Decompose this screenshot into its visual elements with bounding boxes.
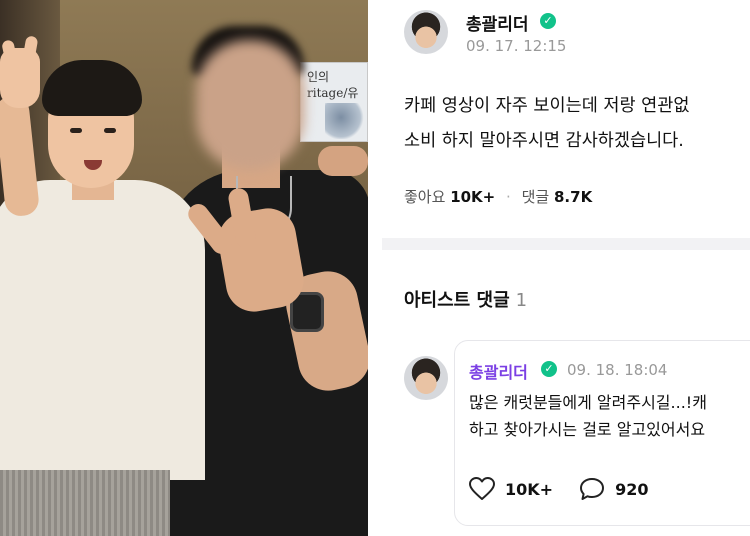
artist-comments-header: 아티스트 댓글 1 xyxy=(404,286,527,312)
like-button[interactable]: 10K+ xyxy=(469,477,553,501)
comment-text-line1: 많은 캐럿분들에게 알려주시길...!캐 xyxy=(469,393,707,412)
post-timestamp: 09. 17. 12:15 xyxy=(466,37,567,55)
stats-separator: · xyxy=(506,188,511,206)
post-body: 카페 영상이 자주 보이는데 저랑 연관없 소비 하지 말아주시면 감사하겠습니… xyxy=(404,89,689,159)
like-count: 10K+ xyxy=(505,479,554,499)
comments-count[interactable]: 8.7K xyxy=(554,188,592,206)
person-left-shirt xyxy=(0,180,205,480)
person-left-hair xyxy=(42,60,142,116)
likes-count[interactable]: 10K+ xyxy=(450,188,495,206)
comment-text-line2: 하고 찾아가시는 걸로 알고있어서요 xyxy=(469,420,706,439)
post-body-line1: 카페 영상이 자주 보이는데 저랑 연관없 xyxy=(404,96,690,116)
reply-count: 920 xyxy=(615,479,649,499)
verified-badge-icon: ✓ xyxy=(541,361,557,377)
comment-timestamp: 09. 18. 18:04 xyxy=(567,361,668,379)
person-left-hand-on-shoulder xyxy=(318,146,368,176)
heart-icon xyxy=(469,477,495,500)
person-left-pants xyxy=(0,470,170,536)
comment-text: 많은 캐럿분들에게 알려주시길...!캐 하고 찾아가시는 걸로 알고있어서요 xyxy=(469,389,707,443)
verified-badge-icon: ✓ xyxy=(540,13,556,29)
author-avatar[interactable] xyxy=(404,10,448,54)
speech-bubble-icon xyxy=(580,478,605,500)
comments-label: 댓글 xyxy=(521,188,550,206)
post-panel: 총괄리더 ✓ 09. 17. 12:15 카페 영상이 자주 보이는데 저랑 연… xyxy=(382,0,750,536)
comment-author-avatar[interactable] xyxy=(404,356,448,400)
person-right-blurred-face xyxy=(196,40,304,170)
poster-text-line1: 인의 xyxy=(307,70,330,84)
photo-poster: 인의 ritage/유 xyxy=(300,62,368,142)
author-name[interactable]: 총괄리더 xyxy=(466,10,529,35)
reply-button[interactable]: 920 xyxy=(579,477,648,501)
section-divider xyxy=(382,238,750,250)
comment-author-name[interactable]: 총괄리더 xyxy=(469,359,528,383)
artist-comment-card[interactable]: 총괄리더 ✓ 09. 18. 18:04 많은 캐럿분들에게 알려주시길...!… xyxy=(454,340,750,526)
poster-art xyxy=(325,103,365,139)
post-photo[interactable]: 인의 ritage/유 xyxy=(0,0,368,536)
person-left-eye xyxy=(104,128,116,133)
artist-comments-count: 1 xyxy=(515,290,528,311)
person-left-eye xyxy=(70,128,82,133)
comment-actions: 10K+ 920 xyxy=(469,477,674,501)
artist-comments-title: 아티스트 댓글 xyxy=(404,290,510,311)
poster-text: 인의 ritage/유 xyxy=(307,69,358,101)
poster-text-line2: ritage/유 xyxy=(307,86,359,100)
post-stats: 좋아요 10K+ · 댓글 8.7K xyxy=(404,186,592,207)
post-body-line2: 소비 하지 말아주시면 감사하겠습니다. xyxy=(404,131,684,151)
likes-label: 좋아요 xyxy=(404,188,446,206)
